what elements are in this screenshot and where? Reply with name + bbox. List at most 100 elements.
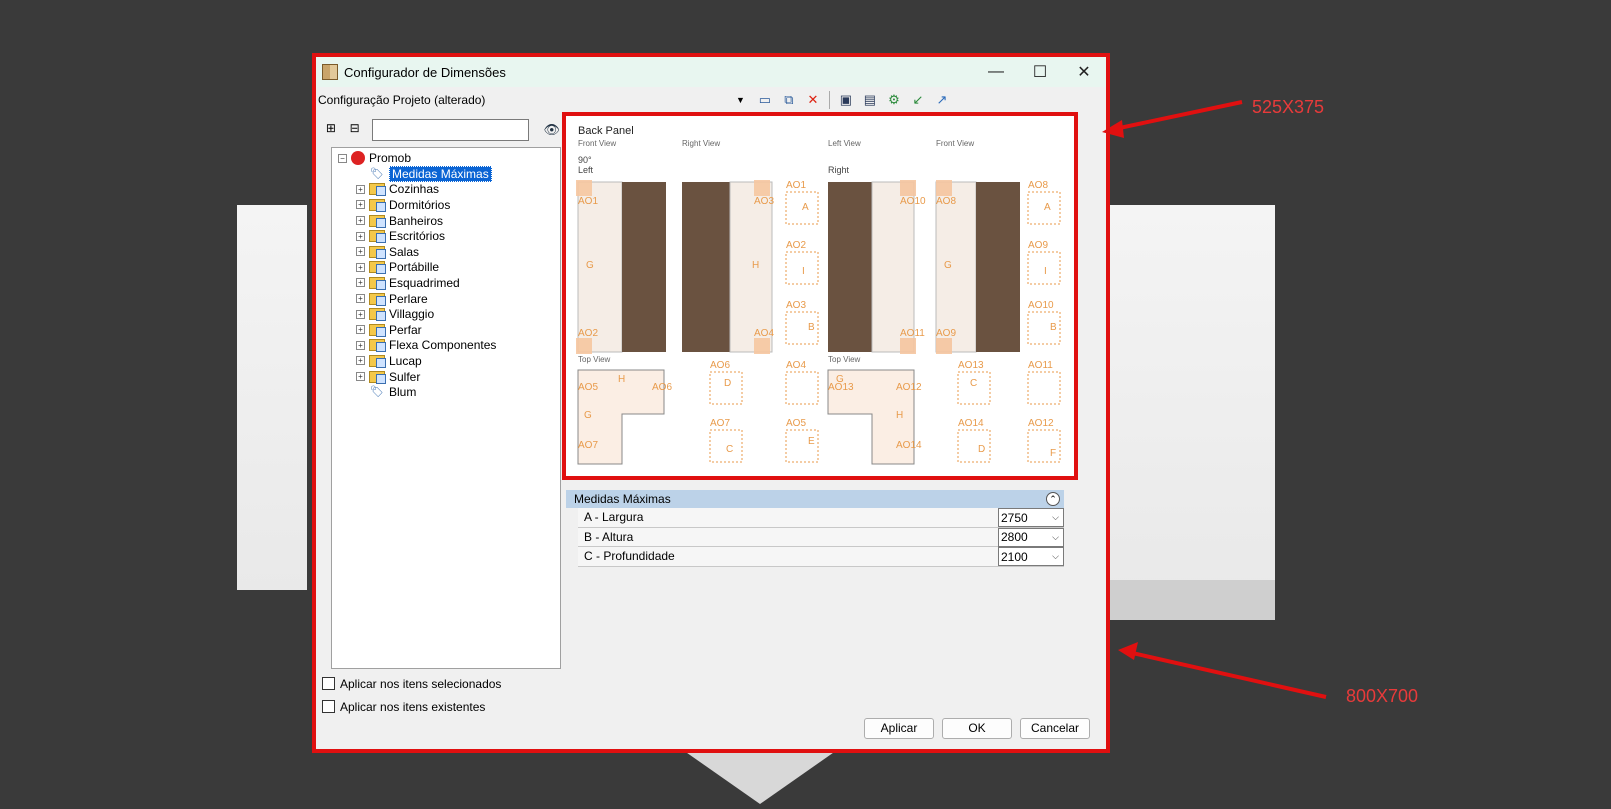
settings-icon[interactable]: ⚙ [884,90,904,110]
label-g-3: G [584,410,592,421]
expand-node-icon[interactable]: + [356,309,365,319]
folder-icon [369,198,386,212]
collapse-tree-icon[interactable]: ⊟ [346,121,364,139]
expand-node-icon[interactable]: + [356,247,365,257]
expand-node-icon[interactable]: + [356,231,365,241]
config-dropdown-icon[interactable]: ▼ [736,95,745,105]
folder-icon [369,370,386,384]
dialog-buttons: Aplicar OK Cancelar [864,718,1090,739]
tree-item[interactable]: + Salas [338,244,560,260]
property-value-select[interactable]: 2100 ⌵ [998,547,1064,566]
tree-root[interactable]: − Promob [338,150,560,166]
tree-item[interactable]: + Villaggio [338,306,560,322]
panel-left-view [871,181,915,353]
apply-button[interactable]: Aplicar [864,718,934,739]
marker [754,338,770,354]
minimize-button[interactable]: — [974,57,1018,87]
save-icon[interactable]: ▣ [836,90,856,110]
label-ao1: AO1 [578,196,598,207]
tag-icon: 🏷 [370,167,384,180]
label-ao10: AO10 [900,196,926,207]
folder-icon [369,339,386,353]
collapse-node-icon[interactable]: − [338,153,347,163]
right-view-label: Right View [682,139,720,148]
properties-header[interactable]: Medidas Máximas ⌃ [566,490,1064,508]
expand-node-icon[interactable]: + [356,325,365,335]
tree-item[interactable]: + Sulfer [338,369,560,385]
apply-existing-label: Aplicar nos itens existentes [340,699,486,714]
expand-node-icon[interactable]: + [356,294,365,304]
apply-existing-option[interactable]: Aplicar nos itens existentes [322,695,501,718]
folder-icon [369,214,386,228]
diagram-title: Back Panel [578,125,634,137]
label-b-1: B [808,322,815,333]
delete-icon[interactable]: ✕ [803,90,823,110]
tree-item[interactable]: + Escritórios [338,228,560,244]
export-icon[interactable]: ↗ [932,90,952,110]
tree-item[interactable]: + Dormitórios [338,197,560,213]
expand-node-icon[interactable]: + [356,262,365,272]
expand-node-icon[interactable]: + [356,216,365,226]
chevron-down-icon[interactable]: ⌵ [1052,551,1059,562]
close-button[interactable]: ✕ [1062,57,1106,87]
find-binoculars-icon[interactable]: 👁 [543,122,560,138]
tree-search-input[interactable] [371,119,530,141]
expand-node-icon[interactable]: + [356,278,365,288]
label-h-2: H [618,374,625,385]
folder-icon [369,230,386,244]
tree-item[interactable]: 🏷 Blum [338,384,560,400]
collapse-section-icon[interactable]: ⌃ [1046,492,1060,506]
apply-selected-option[interactable]: Aplicar nos itens selecionados [322,672,501,695]
tree-item[interactable]: + Perfar [338,322,560,338]
tree-item[interactable]: + Esquadrimed [338,275,560,291]
tree-item-label: Perlare [389,291,428,306]
tag-icon: 🏷 [370,386,384,399]
apply-existing-checkbox[interactable] [322,700,335,713]
copy-config-icon[interactable]: ⧉ [779,90,799,110]
folder-icon [369,261,386,275]
expand-node-icon[interactable]: + [356,356,365,366]
import-icon[interactable]: ↙ [908,90,928,110]
back-panel-diagram: Back Panel Front View Right View Left Vi… [576,125,1061,465]
label-c-2: C [970,378,977,389]
right-side-label: Right [828,165,850,175]
maximize-button[interactable]: ☐ [1018,57,1062,87]
tree-item[interactable]: + Portábille [338,260,560,276]
property-value-select[interactable]: 2800 ⌵ [998,527,1064,547]
detail-box [785,371,819,405]
expand-node-icon[interactable]: + [356,200,365,210]
label-ao11-detail: AO11 [1028,360,1053,371]
tree-item[interactable]: + Lucap [338,353,560,369]
marker [576,338,592,354]
expand-node-icon[interactable]: + [356,340,365,350]
save-as-icon[interactable]: ▤ [860,90,880,110]
chevron-down-icon[interactable]: ⌵ [1052,512,1059,523]
tree-item[interactable]: + Cozinhas [338,182,560,198]
angle-label: 90° [578,155,592,165]
rename-icon[interactable]: ▭ [755,90,775,110]
marker [576,180,592,196]
label-ao6-detail: AO6 [710,360,730,371]
cancel-button[interactable]: Cancelar [1020,718,1090,739]
apply-selected-checkbox[interactable] [322,677,335,690]
panel-front-right [935,181,977,353]
scene-wall-right [1110,205,1275,595]
dimension-configurator-dialog: Configurador de Dimensões — ☐ ✕ Configur… [312,53,1110,753]
tree-item[interactable]: + Flexa Componentes [338,338,560,354]
property-value-select[interactable]: 2750 ⌵ [998,508,1064,527]
tree-item[interactable]: + Banheiros [338,213,560,229]
expand-node-icon[interactable]: + [356,184,365,194]
label-h-3: H [896,410,903,421]
property-value: 2750 [1001,510,1028,525]
dialog-arrowhead [1118,642,1138,660]
chevron-down-icon[interactable]: ⌵ [1052,532,1059,543]
label-i-1: I [802,266,805,277]
expand-tree-icon[interactable]: ⊞ [322,121,340,139]
tree-item[interactable]: + Perlare [338,291,560,307]
tree-item-label: Salas [389,244,420,259]
expand-node-icon[interactable]: + [356,372,365,382]
tree-item[interactable]: 🏷 Medidas Máximas [338,165,560,182]
label-ao14: AO14 [896,440,922,451]
wood-panel-1 [622,182,666,352]
ok-button[interactable]: OK [942,718,1012,739]
